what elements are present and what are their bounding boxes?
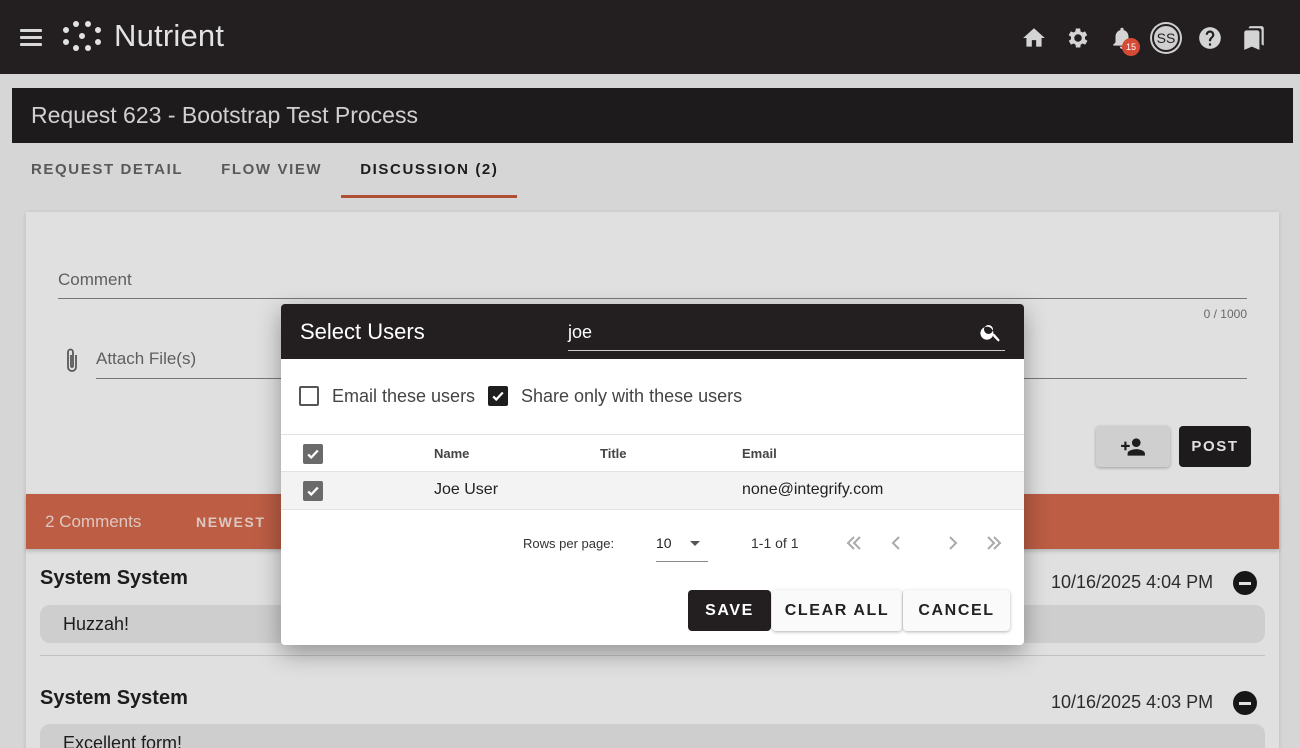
logo-dots-icon <box>63 21 101 51</box>
rows-per-page-label: Rows per page: <box>523 536 615 551</box>
save-button[interactable]: SAVE <box>688 590 771 631</box>
select-all-checkbox[interactable] <box>303 444 323 464</box>
bookmarks-icon[interactable] <box>1236 20 1272 56</box>
next-page-icon[interactable] <box>940 530 966 556</box>
user-avatar[interactable]: SS <box>1148 20 1184 56</box>
bell-icon[interactable]: 15 <box>1104 20 1140 56</box>
caret-down-icon <box>690 541 700 546</box>
select-users-dialog: Select Users joe Email these users Share… <box>281 304 1024 645</box>
rows-per-page-select[interactable]: 10 <box>656 531 708 562</box>
column-header-title[interactable]: Title <box>600 446 627 461</box>
notification-badge: 15 <box>1122 38 1140 56</box>
row-name: Joe User <box>434 481 499 498</box>
dialog-title: Select Users <box>300 319 425 344</box>
email-users-label: Email these users <box>332 386 476 406</box>
previous-page-icon[interactable] <box>883 530 909 556</box>
home-icon[interactable] <box>1016 20 1052 56</box>
menu-icon[interactable] <box>20 29 42 46</box>
first-page-icon[interactable] <box>841 530 867 556</box>
avatar-initials: SS <box>1152 24 1180 52</box>
share-only-checkbox[interactable] <box>488 386 508 406</box>
user-search-input[interactable]: joe <box>568 316 1005 351</box>
row-email: none@integrify.com <box>742 481 884 498</box>
last-page-icon[interactable] <box>981 530 1007 556</box>
app-logo[interactable]: Nutrient <box>60 18 224 54</box>
column-header-email[interactable]: Email <box>742 446 777 461</box>
help-icon[interactable] <box>1192 20 1228 56</box>
gear-icon[interactable] <box>1060 20 1096 56</box>
cancel-button[interactable]: CANCEL <box>903 590 1010 631</box>
email-users-checkbox[interactable] <box>299 386 319 406</box>
app-name: Nutrient <box>114 18 225 53</box>
rows-per-page-value: 10 <box>656 535 672 551</box>
dialog-header: Select Users joe <box>281 304 1024 359</box>
table-row[interactable] <box>281 471 1024 510</box>
row-checkbox[interactable] <box>303 481 323 501</box>
checkmark-icon <box>307 486 319 497</box>
app-bar: Nutrient 15 SS <box>0 0 1300 74</box>
search-value: joe <box>568 322 593 342</box>
table-divider <box>281 434 1024 435</box>
search-icon[interactable] <box>979 320 1003 344</box>
top-actions: 15 SS <box>1008 20 1272 56</box>
column-header-name[interactable]: Name <box>434 446 469 461</box>
checkmark-icon <box>307 449 319 460</box>
share-only-label: Share only with these users <box>521 386 743 406</box>
checkmark-icon <box>492 391 504 402</box>
clear-all-button[interactable]: CLEAR ALL <box>772 590 902 631</box>
pagination-range: 1-1 of 1 <box>751 535 799 551</box>
